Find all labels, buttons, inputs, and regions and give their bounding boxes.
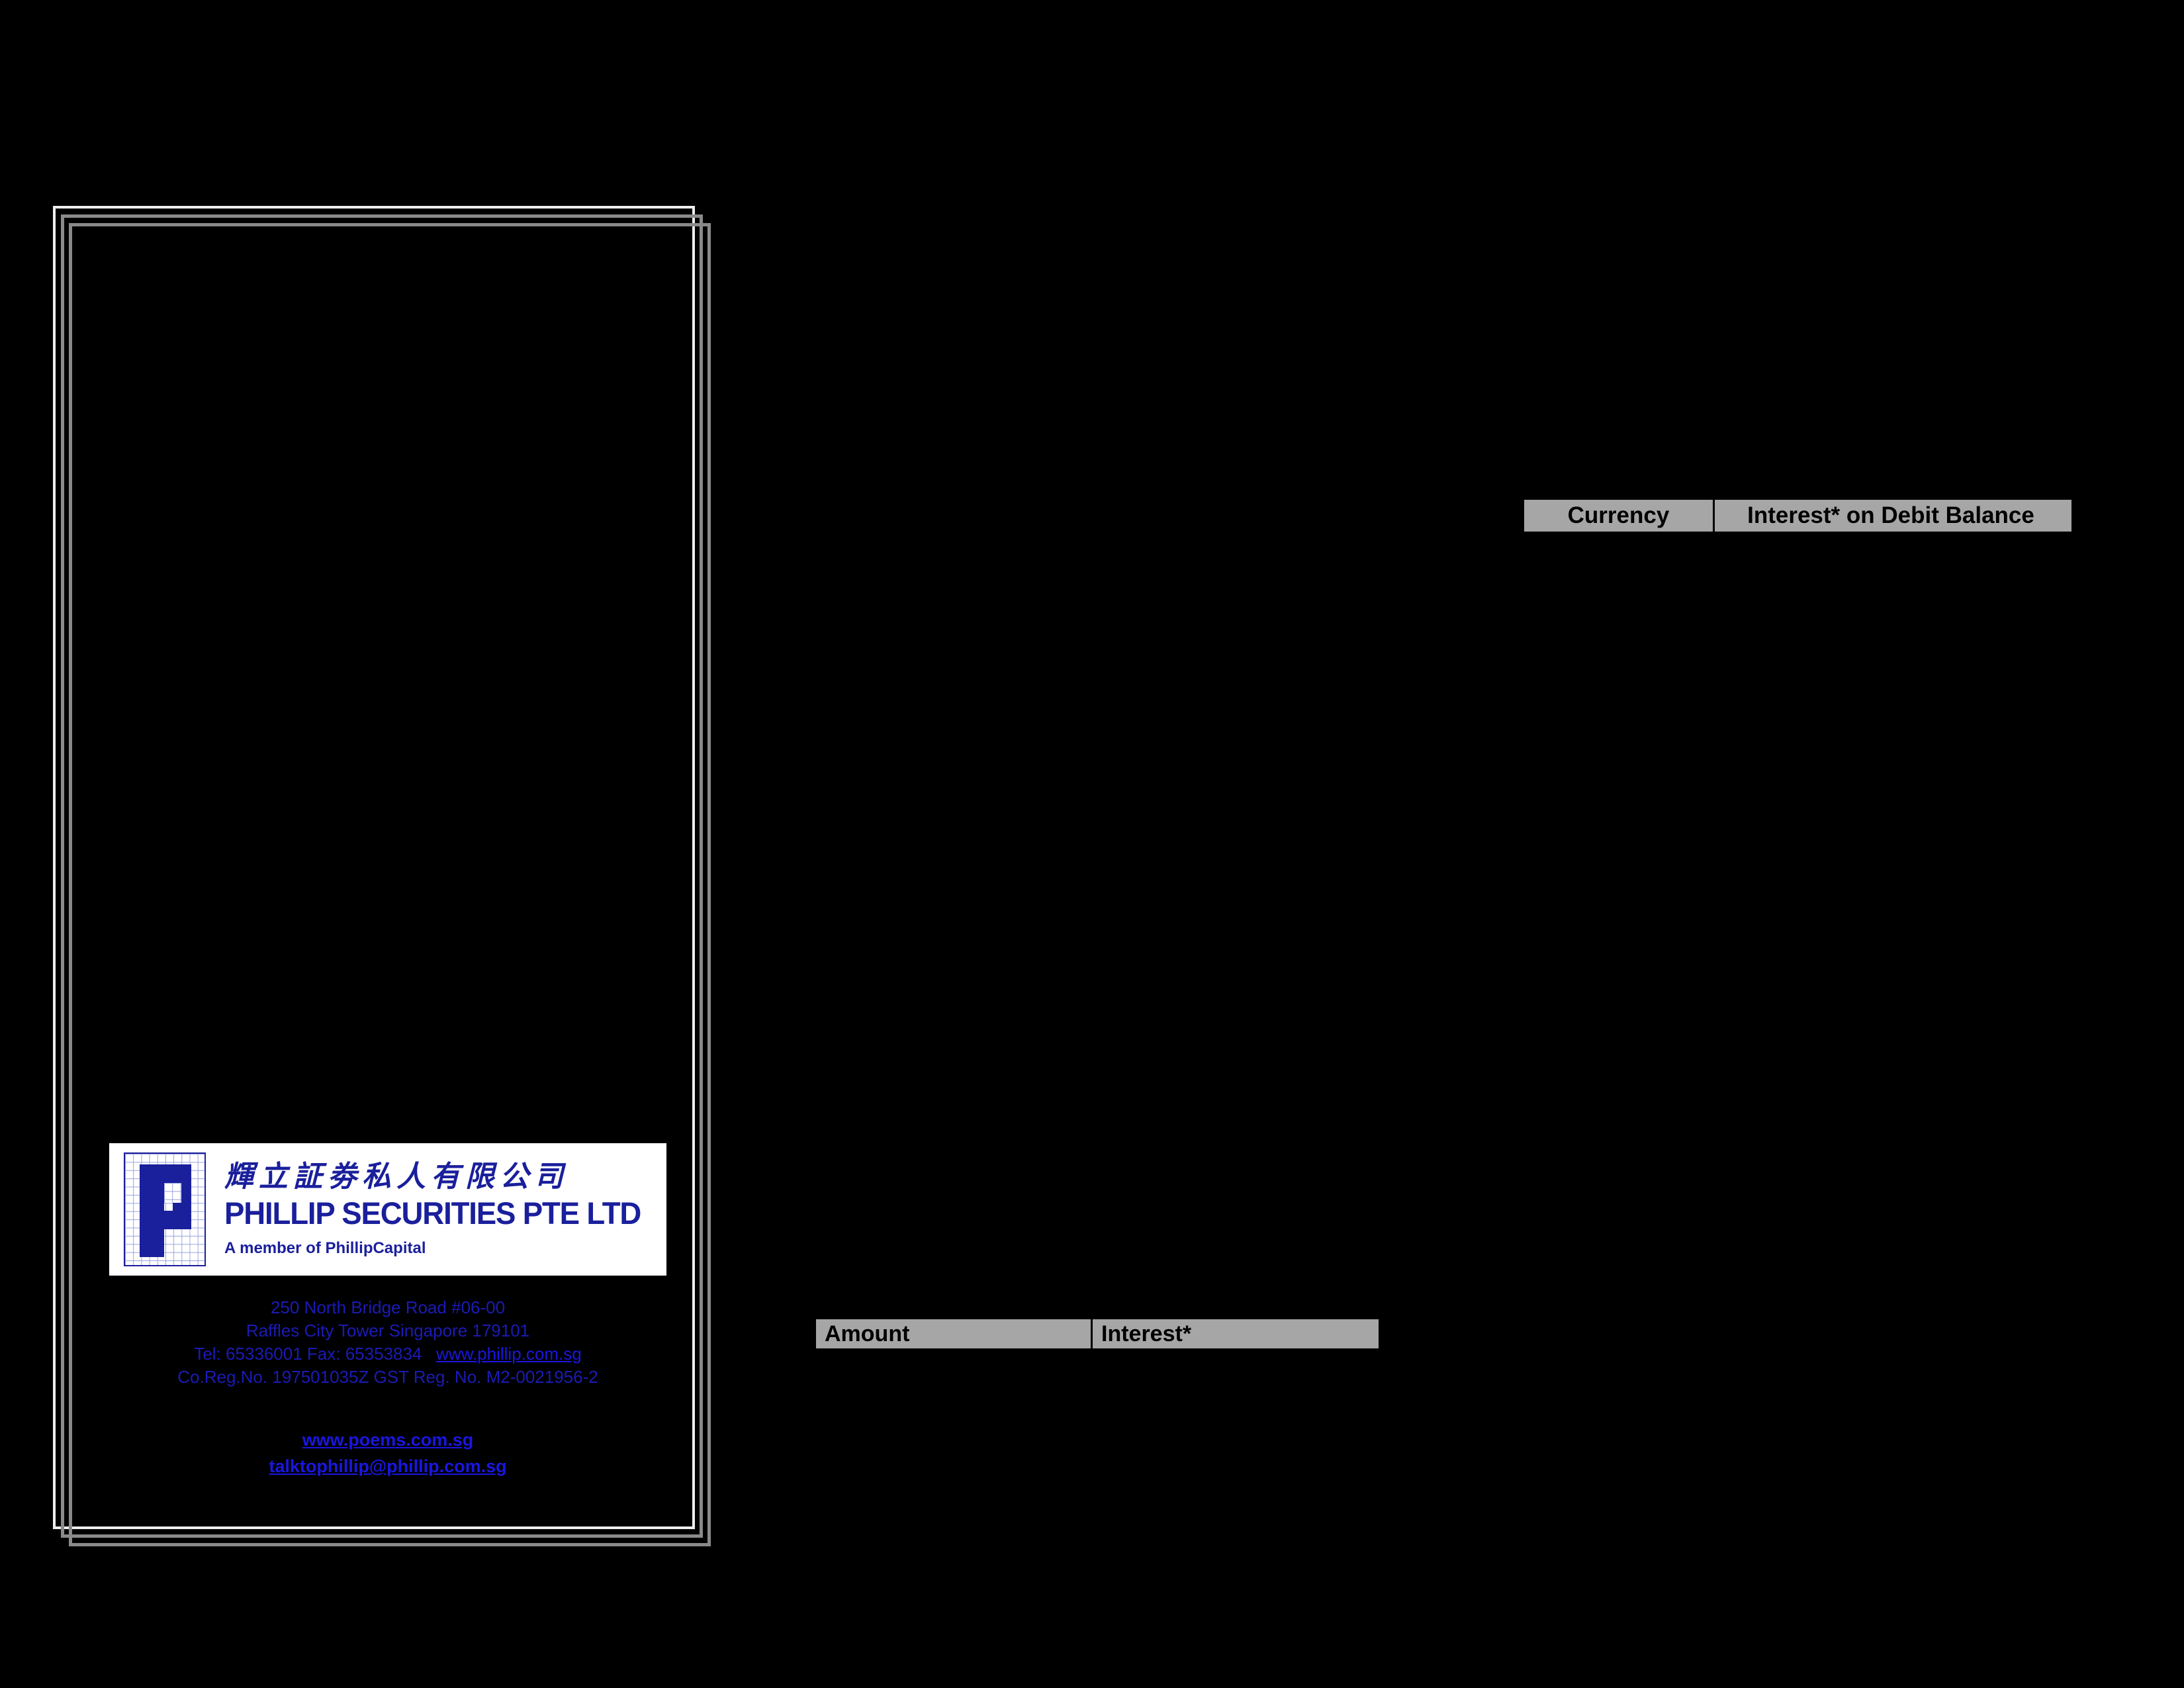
member-of-tagline: A member of PhillipCapital [224,1239,426,1257]
support-email-link[interactable]: talktophillip@phillip.com.sg [269,1456,506,1476]
currency-table-header-currency: Currency [1524,500,1715,532]
company-name-english: PHILLIP SECURITIES PTE LTD [224,1195,641,1231]
currency-table-header-interest-debit-balance: Interest* on Debit Balance [1715,500,2070,532]
address-line-registration: Co.Reg.No. 197501035Z GST Reg. No. M2-00… [177,1367,598,1387]
company-name-chinese: 輝立証劵私人有限公司 [224,1160,569,1194]
amount-table-header-interest: Interest* [1093,1319,1377,1348]
logo-p-bowl-bottom [140,1211,191,1229]
email-link-row: talktophillip@phillip.com.sg [109,1453,666,1479]
currency-interest-table: Currency Interest* on Debit Balance [1524,500,2071,532]
poems-website-link[interactable]: www.poems.com.sg [302,1430,474,1450]
logo-wordmark: 輝立証劵私人有限公司 PHILLIP SECURITIES PTE LTD A … [224,1160,654,1258]
amount-interest-table: Amount Interest* [816,1319,1379,1348]
logo-p-counter [164,1183,181,1203]
address-line-city: Raffles City Tower Singapore 179101 [246,1321,530,1340]
address-line-contact: Tel: 65336001 Fax: 65353834 www.phillip.… [109,1342,666,1366]
poems-link-row: www.poems.com.sg [109,1427,666,1453]
phillip-p-logo-icon [124,1152,206,1266]
address-line-street: 250 North Bridge Road #06-00 [270,1297,506,1317]
company-address-block: 250 North Bridge Road #06-00 Raffles Cit… [109,1296,666,1389]
address-phone-fax: Tel: 65336001 Fax: 65353834 [194,1344,422,1364]
company-logo-block: 輝立証劵私人有限公司 PHILLIP SECURITIES PTE LTD A … [109,1143,666,1276]
document-page: 輝立証劵私人有限公司 PHILLIP SECURITIES PTE LTD A … [0,0,2184,1688]
company-links-block: www.poems.com.sg talktophillip@phillip.c… [109,1427,666,1479]
phillip-website-link[interactable]: www.phillip.com.sg [436,1344,582,1364]
amount-table-header-amount: Amount [816,1319,1093,1348]
